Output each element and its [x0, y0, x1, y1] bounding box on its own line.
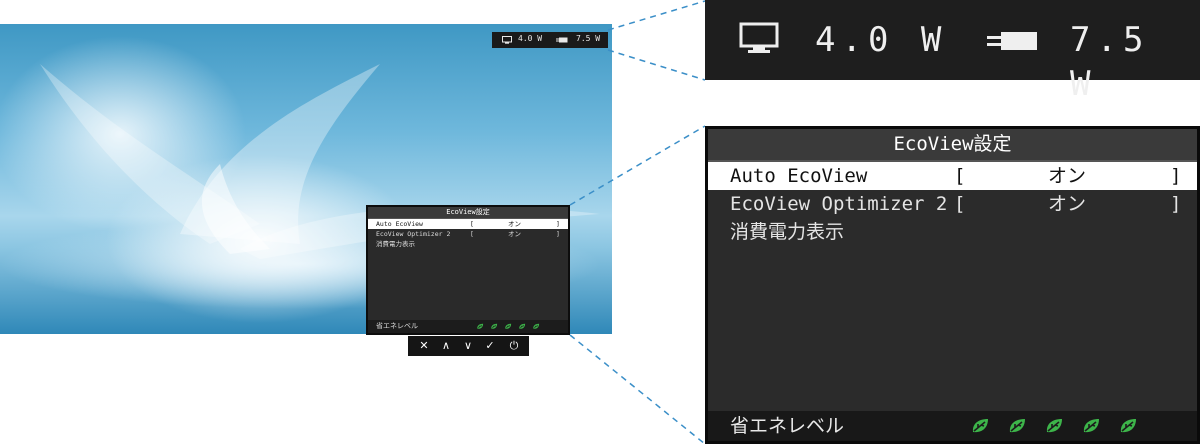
monitor-icon	[739, 22, 779, 53]
eco-level-footer: 省エネレベル	[708, 411, 1197, 441]
leaf-icon	[972, 419, 988, 433]
leaf-icon	[1083, 419, 1099, 433]
menu-item-auto-ecoview[interactable]: Auto EcoView [ オン ]	[708, 162, 1197, 190]
leaf-icon	[1046, 419, 1062, 433]
plug-icon	[987, 32, 1037, 50]
zoomed-power-panel: 4.0 W 7.5 W	[705, 0, 1200, 104]
osd-menu-zoomed: EcoView設定 Auto EcoView [ オン ] EcoView Op…	[705, 126, 1200, 444]
menu-title: EcoView設定	[708, 129, 1197, 162]
menu-item-power-display[interactable]: 消費電力表示	[708, 218, 1197, 246]
leaf-icon	[1009, 419, 1025, 433]
menu-item-ecoview-optimizer[interactable]: EcoView Optimizer 2 [ オン ]	[708, 190, 1197, 218]
leaf-icon	[1120, 419, 1136, 433]
monitor-power-value: 4.0 W	[815, 20, 948, 60]
system-power-value: 7.5 W	[1070, 20, 1150, 104]
